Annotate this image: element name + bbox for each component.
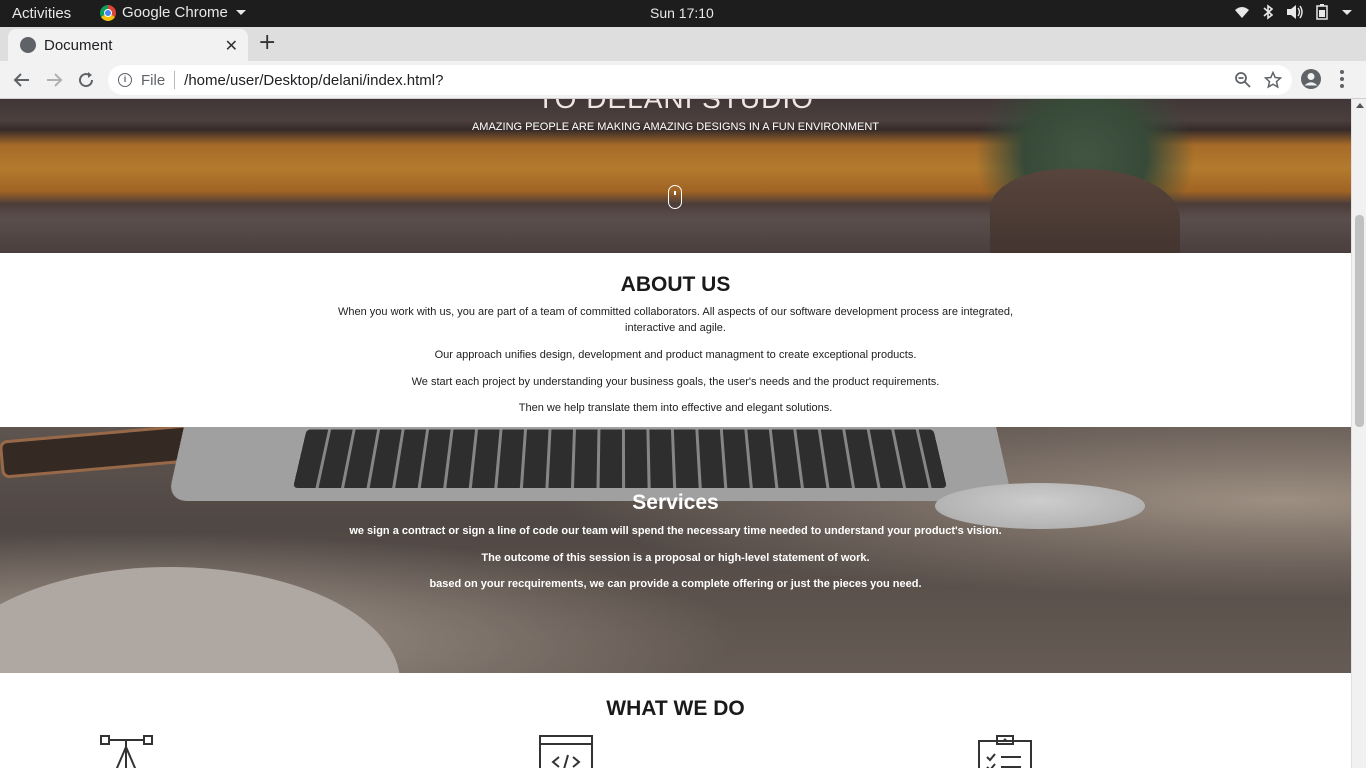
services-section: Services we sign a contract or sign a li… (0, 427, 1351, 673)
services-heading: Services (632, 491, 719, 514)
code-window-icon (539, 735, 593, 768)
system-menu-chevron-icon (1342, 9, 1352, 15)
battery-icon (1316, 4, 1328, 20)
account-avatar-icon (1301, 69, 1321, 89)
design-easel-icon (100, 735, 153, 768)
about-paragraph-4: Then we help translate them into effecti… (518, 402, 833, 414)
url-text[interactable]: /home/user/Desktop/delani/index.html? (184, 72, 443, 89)
scrollbar-thumb[interactable] (1355, 215, 1364, 427)
hero-title: TO DELANI STUDIO (0, 99, 1351, 115)
hero-subtitle: AMAZING PEOPLE ARE MAKING AMAZING DESIGN… (471, 121, 880, 133)
new-tab-button[interactable]: + (258, 30, 276, 55)
more-vertical-icon (1340, 70, 1344, 88)
scroll-up-arrow-icon[interactable] (1356, 103, 1364, 108)
globe-icon (20, 37, 36, 53)
about-paragraph-3: We start each project by understanding y… (411, 376, 940, 388)
chrome-icon (100, 4, 116, 21)
reload-button[interactable] (74, 68, 98, 92)
clipboard-checklist-icon (978, 735, 1032, 768)
about-heading: ABOUT US (620, 273, 731, 296)
services-paragraph-2: The outcome of this session is a proposa… (481, 552, 870, 564)
activities-button[interactable]: Activities (12, 5, 71, 22)
zoom-icon[interactable] (1234, 71, 1252, 89)
app-menu[interactable]: Google Chrome (100, 4, 246, 21)
chevron-down-icon (235, 10, 246, 15)
arrow-right-icon (47, 73, 63, 87)
bookmark-star-icon[interactable] (1264, 71, 1282, 89)
system-tray[interactable] (1234, 4, 1352, 20)
services-paragraph-3: based on your recquirements, we can prov… (429, 578, 922, 590)
what-we-do-heading: WHAT WE DO (606, 697, 745, 720)
services-overlay (0, 427, 1351, 673)
tab-document[interactable]: Document ✕ (8, 29, 248, 61)
system-top-bar: Activities Google Chrome Sun 17:10 (0, 0, 1366, 27)
page-scrollbar[interactable] (1351, 99, 1366, 768)
tab-title: Document (44, 36, 113, 54)
back-button[interactable] (10, 68, 34, 92)
bluetooth-icon (1263, 4, 1274, 20)
about-section: ABOUT US When you work with us, you are … (0, 253, 1351, 427)
tab-strip: Document ✕ (0, 27, 1366, 61)
url-scheme: File (141, 71, 166, 89)
about-paragraph-1: When you work with us, you are part of a… (338, 306, 1013, 334)
info-icon[interactable]: i (118, 73, 132, 87)
url-separator (174, 71, 176, 89)
profile-button[interactable] (1300, 68, 1322, 94)
services-paragraph-1: we sign a contract or sign a line of cod… (349, 525, 1002, 537)
volume-icon (1287, 5, 1303, 19)
close-icon[interactable]: ✕ (225, 36, 238, 55)
wifi-icon (1235, 7, 1249, 18)
hero-section: TO DELANI STUDIO AMAZING PEOPLE ARE MAKI… (0, 99, 1351, 253)
about-paragraph-2: Our approach unifies design, development… (434, 349, 917, 361)
page-viewport: TO DELANI STUDIO AMAZING PEOPLE ARE MAKI… (0, 99, 1351, 768)
what-we-do-section: WHAT WE DO (0, 673, 1351, 768)
browser-toolbar: i File /home/user/Desktop/delani/index.h… (0, 61, 1366, 99)
clock[interactable]: Sun 17:10 (650, 5, 714, 21)
browser-menu-button[interactable] (1338, 69, 1346, 93)
reload-icon (79, 72, 94, 88)
address-bar[interactable]: i File /home/user/Desktop/delani/index.h… (108, 65, 1292, 95)
arrow-left-icon (13, 73, 29, 87)
forward-button[interactable] (42, 68, 66, 92)
app-name: Google Chrome (122, 4, 228, 21)
scroll-mouse-icon[interactable] (668, 185, 682, 209)
